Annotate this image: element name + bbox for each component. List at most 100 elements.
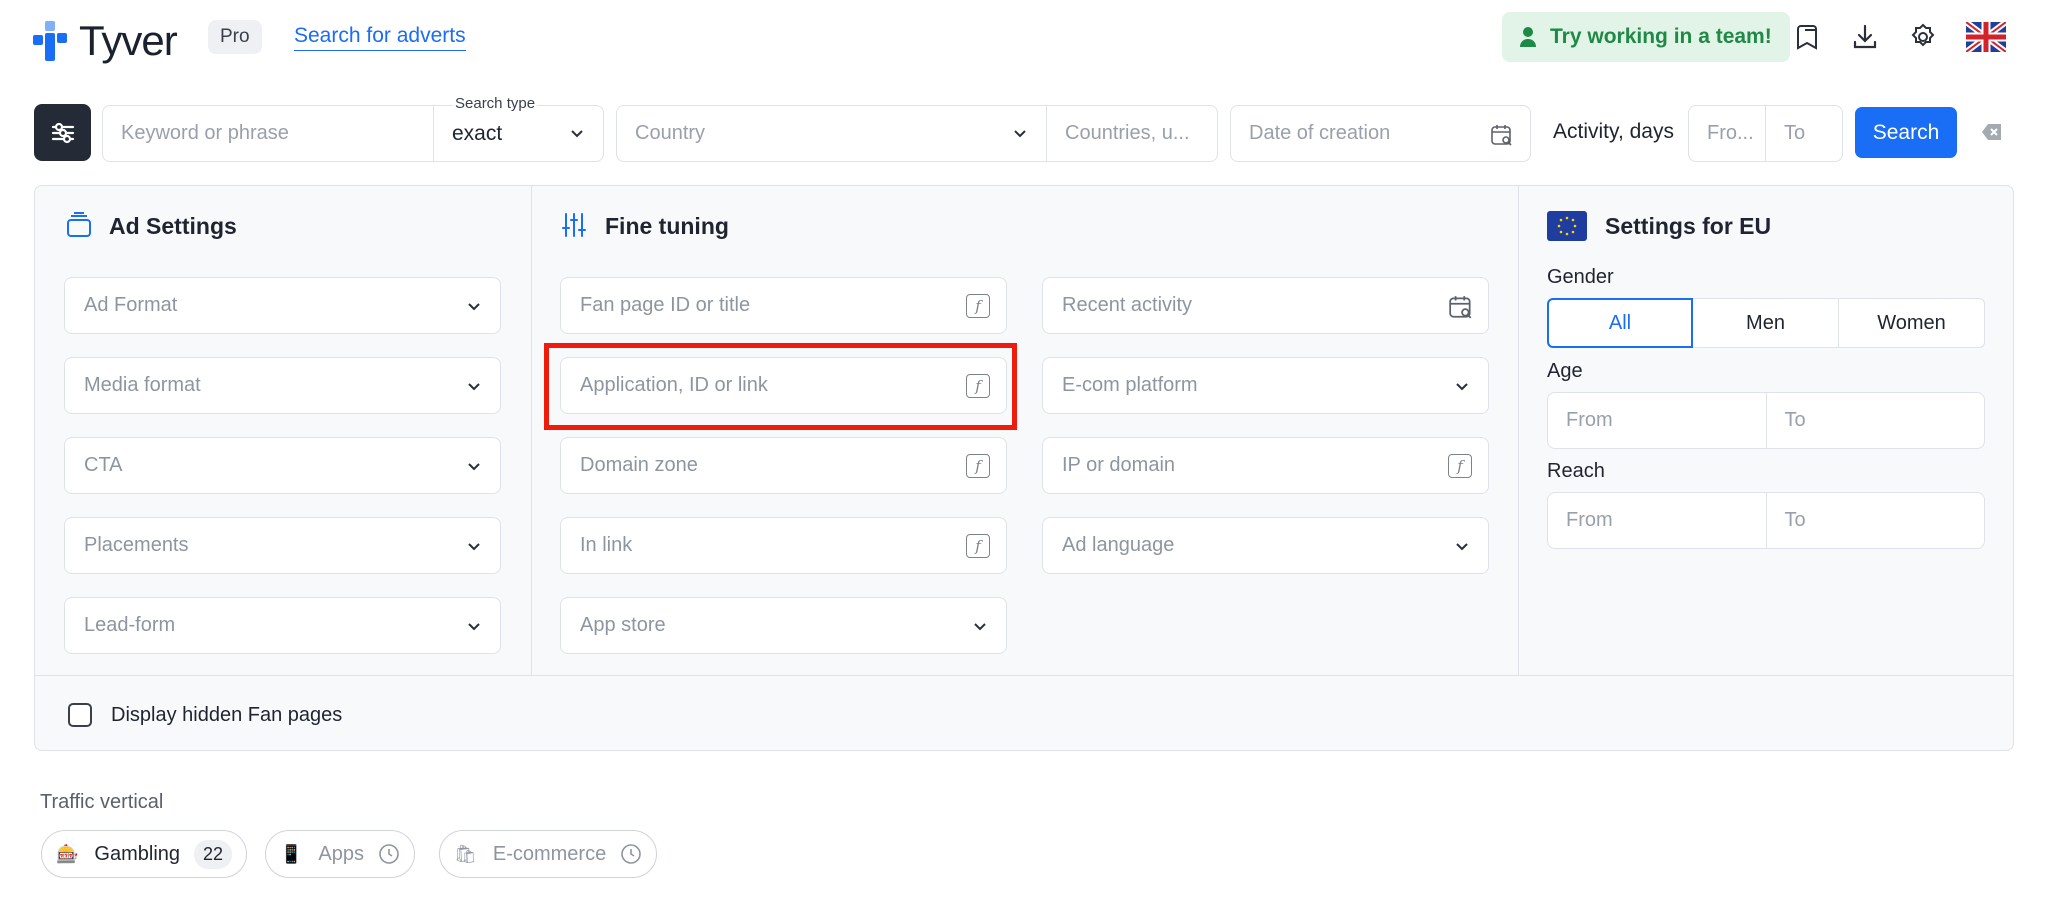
gender-men-option[interactable]: Men: [1693, 298, 1839, 348]
activity-to-input[interactable]: To: [1765, 105, 1843, 162]
clear-icon[interactable]: [1981, 122, 2003, 142]
highlight-box: [544, 343, 1017, 430]
search-type-select[interactable]: exact: [433, 105, 604, 162]
media-format-select[interactable]: Media format: [64, 357, 501, 414]
sliders-icon: [51, 122, 74, 143]
chevron-down-icon: [974, 623, 986, 631]
function-icon[interactable]: f: [966, 454, 990, 478]
media-format-placeholder: Media format: [84, 374, 201, 396]
ecom-platform-select[interactable]: E-com platform: [1042, 357, 1489, 414]
function-icon[interactable]: f: [966, 294, 990, 318]
age-to-input[interactable]: To: [1766, 392, 1985, 449]
chip-label: Gambling: [94, 842, 181, 865]
slot-machine-icon: 🎰: [56, 843, 79, 864]
filters-toggle-button[interactable]: [34, 104, 91, 161]
chevron-down-icon: [1456, 543, 1468, 551]
activity-from-input[interactable]: Fro...: [1688, 105, 1766, 162]
date-placeholder: Date of creation: [1249, 122, 1391, 144]
country-select[interactable]: Country: [616, 105, 1047, 162]
ad-settings-title: Ad Settings: [109, 213, 237, 239]
clock-icon: [379, 844, 399, 864]
eu-flag-icon: [1547, 211, 1587, 241]
chevron-down-icon: [468, 383, 480, 391]
hidden-pages-checkbox[interactable]: [68, 703, 92, 727]
activity-from-placeholder: Fro...: [1707, 122, 1754, 144]
chevron-down-icon: [1014, 130, 1026, 138]
divider: [531, 186, 532, 675]
date-of-creation-input[interactable]: Date of creation: [1230, 105, 1531, 162]
countries-input[interactable]: Countries, u...: [1046, 105, 1218, 162]
try-team-button[interactable]: Try working in a team!: [1502, 12, 1790, 62]
placements-placeholder: Placements: [84, 534, 189, 556]
shopping-bag-icon: 🛍: [454, 843, 477, 864]
ad-format-placeholder: Ad Format: [84, 294, 178, 316]
fine-tuning-title: Fine tuning: [605, 213, 729, 239]
gender-women-option[interactable]: Women: [1839, 298, 1985, 348]
age-label: Age: [1547, 360, 1583, 382]
search-type-value: exact: [452, 121, 503, 145]
eu-settings-title: Settings for EU: [1605, 213, 1772, 239]
cta-select[interactable]: CTA: [64, 437, 501, 494]
fan-page-input[interactable]: Fan page ID or title f: [560, 277, 1007, 334]
countries-placeholder: Countries, u...: [1065, 122, 1190, 144]
ad-format-select[interactable]: Ad Format: [64, 277, 501, 334]
brand-logo[interactable]: Tyver: [33, 17, 178, 65]
function-icon[interactable]: f: [1448, 454, 1472, 478]
chevron-down-icon: [571, 130, 583, 138]
app-store-select[interactable]: App store: [560, 597, 1007, 654]
reach-label: Reach: [1547, 460, 1605, 482]
download-icon[interactable]: [1848, 20, 1882, 54]
search-button[interactable]: Search: [1855, 107, 1957, 158]
bookmarks-icon[interactable]: [1791, 20, 1825, 54]
clock-icon: [621, 844, 642, 864]
function-icon[interactable]: f: [966, 534, 990, 558]
chevron-down-icon: [468, 543, 480, 551]
brand-name: Tyver: [79, 17, 178, 64]
chevron-down-icon: [468, 463, 480, 471]
logo-mark-icon: [33, 21, 69, 61]
reach-range: From To: [1547, 492, 1985, 549]
cta-placeholder: CTA: [84, 454, 123, 476]
activity-to-placeholder: To: [1784, 122, 1806, 144]
chip-ecommerce[interactable]: 🛍 E-commerce: [439, 830, 658, 878]
recent-activity-input[interactable]: Recent activity: [1042, 277, 1489, 334]
gender-all-option[interactable]: All: [1547, 298, 1693, 348]
in-link-input[interactable]: In link f: [560, 517, 1007, 574]
chip-apps[interactable]: 📱 Apps: [265, 830, 416, 878]
ad-language-select[interactable]: Ad language: [1042, 517, 1489, 574]
chevron-down-icon: [1456, 383, 1468, 391]
fan-page-placeholder: Fan page ID or title: [580, 294, 751, 316]
gender-label: Gender: [1547, 266, 1614, 288]
ad-language-placeholder: Ad language: [1062, 534, 1175, 556]
chip-label: E-commerce: [492, 842, 607, 865]
ip-domain-input[interactable]: IP or domain f: [1042, 437, 1489, 494]
lead-form-select[interactable]: Lead-form: [64, 597, 501, 654]
calendar-search-icon[interactable]: [1448, 294, 1474, 320]
age-range: From To: [1547, 392, 1985, 449]
activity-days-label: Activity, days: [1553, 120, 1674, 143]
keyword-placeholder: Keyword or phrase: [121, 122, 289, 144]
chevron-down-icon: [468, 623, 480, 631]
keyword-input[interactable]: Keyword or phrase: [102, 105, 434, 162]
tuning-icon: [562, 213, 586, 237]
chip-gambling[interactable]: 🎰 Gambling 22: [41, 830, 248, 878]
country-placeholder: Country: [635, 122, 706, 144]
hidden-pages-label[interactable]: Display hidden Fan pages: [111, 704, 342, 727]
divider: [35, 675, 2013, 676]
gender-segmented-control: All Men Women: [1547, 298, 1985, 348]
calendar-search-icon: [1491, 125, 1512, 146]
reach-to-input[interactable]: To: [1766, 492, 1985, 549]
uk-flag-icon[interactable]: [1965, 20, 2007, 54]
domain-zone-input[interactable]: Domain zone f: [560, 437, 1007, 494]
search-type-label: Search type: [453, 95, 538, 112]
placements-select[interactable]: Placements: [64, 517, 501, 574]
settings-icon[interactable]: [1906, 20, 1940, 54]
app-store-placeholder: App store: [580, 614, 666, 636]
age-from-input[interactable]: From: [1547, 392, 1767, 449]
lead-form-placeholder: Lead-form: [84, 614, 176, 636]
reach-from-input[interactable]: From: [1547, 492, 1767, 549]
ecom-platform-placeholder: E-com platform: [1062, 374, 1198, 396]
divider: [1518, 186, 1519, 675]
phone-icon: 📱: [280, 843, 303, 864]
search-adverts-link[interactable]: Search for adverts: [294, 24, 466, 51]
